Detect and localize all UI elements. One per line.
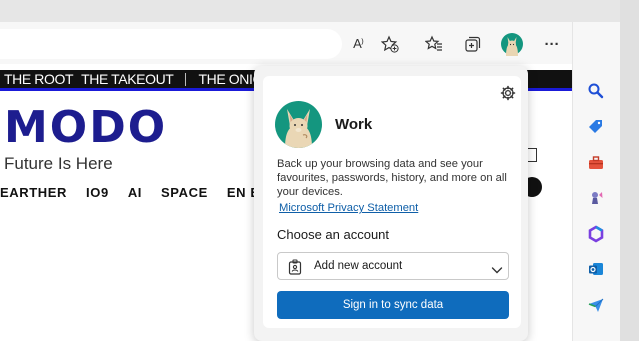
category-link[interactable]: SPACE xyxy=(161,185,208,200)
tab-strip xyxy=(0,0,620,22)
read-aloud-icon[interactable]: A⁾ xyxy=(345,31,371,57)
tools-icon[interactable] xyxy=(585,152,607,174)
send-icon[interactable] xyxy=(585,294,607,316)
divider xyxy=(185,72,187,86)
window-edge xyxy=(620,0,639,341)
games-icon[interactable] xyxy=(585,187,607,209)
gear-icon[interactable] xyxy=(499,84,517,102)
account-select-value: Add new account xyxy=(314,260,403,272)
outlook-icon[interactable] xyxy=(585,258,607,280)
category-link[interactable]: IO9 xyxy=(86,185,109,200)
badge-icon xyxy=(288,259,302,275)
choose-account-label: Choose an account xyxy=(277,227,390,242)
category-link[interactable]: AI xyxy=(128,185,142,200)
profile-avatar-large xyxy=(275,101,322,148)
profile-flyout: Work Back up your browsing data and see … xyxy=(263,76,521,328)
network-link[interactable]: THE ROOT xyxy=(0,71,77,87)
shopping-icon[interactable] xyxy=(585,116,607,138)
category-link[interactable]: EARTHER xyxy=(0,185,67,200)
profile-avatar[interactable] xyxy=(499,31,525,57)
address-bar[interactable] xyxy=(0,29,342,59)
site-logo[interactable]: MODO xyxy=(4,102,167,153)
collections-icon[interactable] xyxy=(460,31,486,57)
privacy-statement-link[interactable]: Microsoft Privacy Statement xyxy=(279,202,418,214)
account-select[interactable]: Add new account xyxy=(277,252,509,280)
microsoft-365-icon[interactable] xyxy=(585,223,607,245)
sign-in-sync-button[interactable]: Sign in to sync data xyxy=(277,291,509,319)
sync-description: Back up your browsing data and see your … xyxy=(277,158,507,198)
chevron-down-icon xyxy=(491,262,503,274)
add-favorite-icon[interactable] xyxy=(377,31,403,57)
edge-sidebar xyxy=(572,22,620,341)
more-glyph: ··· xyxy=(544,35,560,53)
menu-icon[interactable] xyxy=(527,148,537,162)
favorites-icon[interactable] xyxy=(421,31,447,57)
browser-toolbar: A⁾ ··· xyxy=(0,22,620,64)
network-link[interactable]: THE TAKEOUT xyxy=(77,71,177,87)
site-tagline: Future Is Here xyxy=(4,154,113,173)
search-icon[interactable] xyxy=(585,80,607,102)
profile-name: Work xyxy=(335,116,373,133)
read-aloud-glyph: A⁾ xyxy=(353,36,364,51)
more-icon[interactable]: ··· xyxy=(539,31,565,57)
